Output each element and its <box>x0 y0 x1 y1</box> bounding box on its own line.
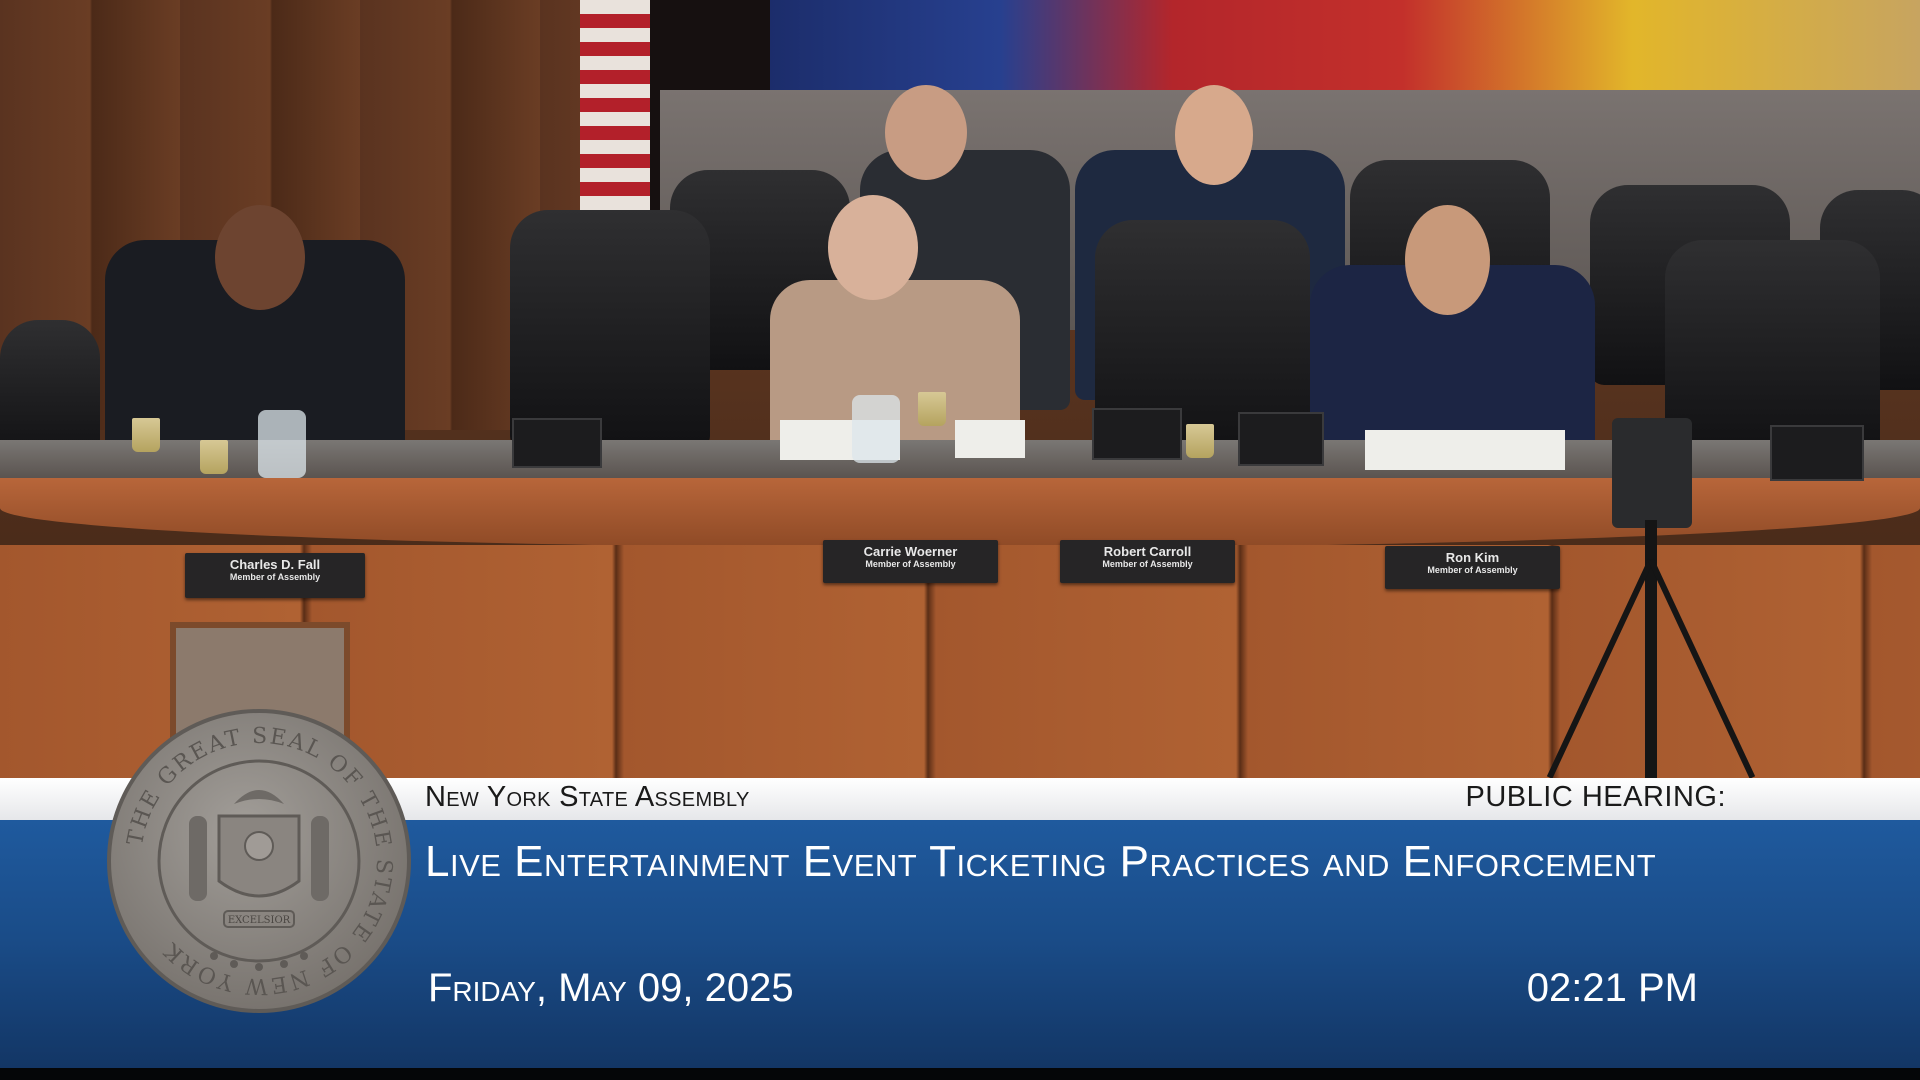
cup <box>132 418 160 452</box>
hearing-title: Live Entertainment Event Ticketing Pract… <box>425 837 1657 886</box>
nameplate-name: Charles D. Fall <box>229 557 321 572</box>
nameplate-role: Member of Assembly <box>1427 565 1518 575</box>
head <box>1405 205 1490 315</box>
water-pitcher <box>258 410 306 478</box>
cup <box>918 392 946 426</box>
papers <box>1365 430 1565 470</box>
nameplate-name: Robert Carroll <box>1103 544 1192 559</box>
hearing-time: 02:21 PM <box>1526 966 1698 1010</box>
nameplate-role: Member of Assembly <box>229 572 321 582</box>
organization-name: New York State Assembly <box>425 781 750 813</box>
hearing-date: Friday, May 09, 2025 <box>428 966 794 1010</box>
nameplate-carrie-woerner: Carrie Woerner Member of Assembly <box>823 540 998 583</box>
nameplate-ron-kim: Ron Kim Member of Assembly <box>1385 546 1560 589</box>
nameplate-role: Member of Assembly <box>865 559 956 569</box>
desk-monitor <box>1770 425 1864 481</box>
cup <box>1186 424 1214 458</box>
video-camera <box>1612 418 1692 528</box>
chair <box>510 210 710 450</box>
event-type: PUBLIC HEARING: <box>1465 781 1726 813</box>
nameplate-charles-d-fall: Charles D. Fall Member of Assembly <box>185 553 365 598</box>
desk-monitor <box>512 418 602 468</box>
head <box>1175 85 1253 185</box>
new-york-state-seal-icon: THE GREAT SEAL OF THE STATE OF NEW YORK … <box>107 709 411 1013</box>
head <box>828 195 918 300</box>
desk-phone <box>1238 412 1324 466</box>
water-pitcher <box>852 395 900 463</box>
hearing-room-scene: Charles D. Fall Member of Assembly Carri… <box>0 0 1920 780</box>
seal-motto: EXCELSIOR <box>228 915 291 926</box>
nameplate-role: Member of Assembly <box>1102 559 1193 569</box>
head <box>215 205 305 310</box>
papers <box>955 420 1025 458</box>
nameplate-robert-carroll: Robert Carroll Member of Assembly <box>1060 540 1235 583</box>
chair <box>0 320 100 460</box>
head <box>885 85 967 180</box>
desk-monitor <box>1092 408 1182 460</box>
american-flag <box>580 0 650 210</box>
nameplate-name: Carrie Woerner <box>863 544 958 559</box>
nameplate-name: Ron Kim <box>1445 550 1500 565</box>
chair <box>1665 240 1880 455</box>
lower-third-bottom-edge <box>0 1068 1920 1080</box>
cup <box>200 440 228 474</box>
